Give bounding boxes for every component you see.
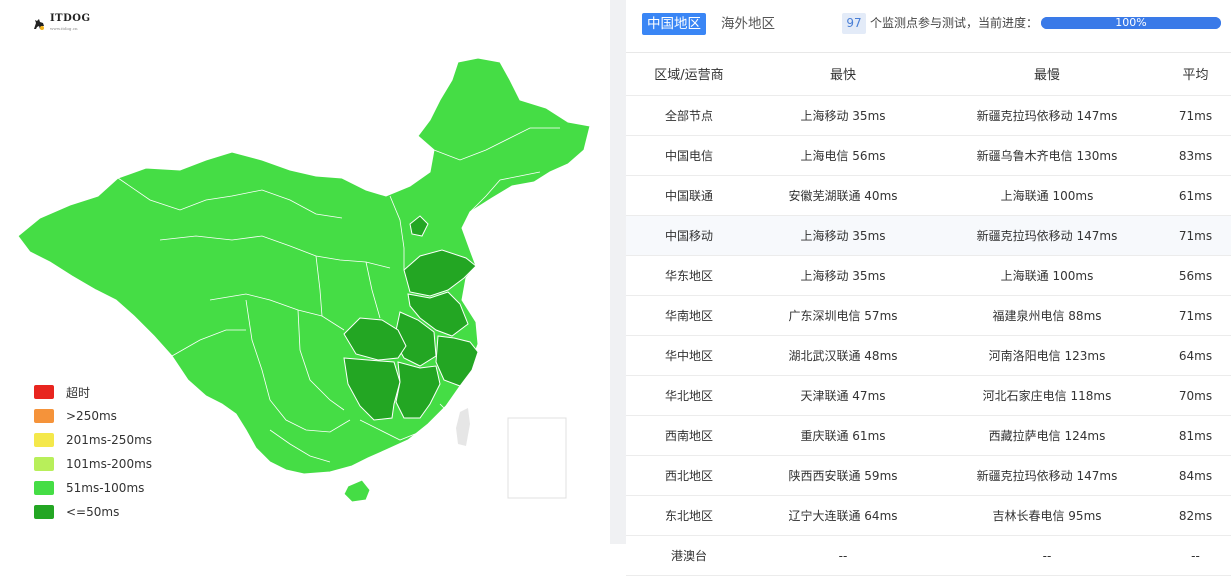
cell-slowest: --: [934, 535, 1160, 576]
cell-average: 64ms: [1160, 335, 1231, 376]
table-row[interactable]: 全部节点 上海移动 35ms 新疆克拉玛依移动 147ms 71ms: [626, 95, 1231, 136]
cell-average: 71ms: [1160, 215, 1231, 256]
table-header-row: 区域/运营商 最快 最慢 平均: [626, 52, 1231, 96]
cell-fastest: 陕西西安联通 59ms: [752, 455, 934, 496]
cell-region: 东北地区: [626, 495, 752, 536]
progress-label: 100%: [1115, 16, 1147, 29]
table-row[interactable]: 华中地区 湖北武汉联通 48ms 河南洛阳电信 123ms 64ms: [626, 335, 1231, 376]
cell-region: 全部节点: [626, 95, 752, 136]
cell-slowest: 西藏拉萨电信 124ms: [934, 415, 1160, 456]
table-row[interactable]: 中国联通 安徽芜湖联通 40ms 上海联通 100ms 61ms: [626, 175, 1231, 216]
cell-average: 81ms: [1160, 415, 1231, 456]
legend-label: 101ms-200ms: [66, 457, 153, 471]
cell-fastest: 上海移动 35ms: [752, 255, 934, 296]
cell-slowest: 新疆克拉玛依移动 147ms: [934, 215, 1160, 256]
cell-fastest: 广东深圳电信 57ms: [752, 295, 934, 336]
cell-region: 西北地区: [626, 455, 752, 496]
cell-region: 中国移动: [626, 215, 752, 256]
cell-slowest: 河南洛阳电信 123ms: [934, 335, 1160, 376]
cell-region: 华东地区: [626, 255, 752, 296]
panel-divider: [610, 0, 626, 544]
legend-swatch: [34, 505, 54, 519]
taiwan-region[interactable]: [456, 408, 470, 446]
cell-average: 71ms: [1160, 295, 1231, 336]
cell-region: 中国电信: [626, 135, 752, 176]
column-header-fastest[interactable]: 最快: [752, 52, 934, 96]
progress-bar: 100%: [1041, 17, 1221, 29]
legend-label: 201ms-250ms: [66, 433, 153, 447]
cell-region: 中国联通: [626, 175, 752, 216]
table-row[interactable]: 中国电信 上海电信 56ms 新疆乌鲁木齐电信 130ms 83ms: [626, 135, 1231, 176]
table-row[interactable]: 港澳台 -- -- --: [626, 535, 1231, 576]
table-row[interactable]: 东北地区 辽宁大连联通 64ms 吉林长春电信 95ms 82ms: [626, 495, 1231, 536]
cell-slowest: 上海联通 100ms: [934, 175, 1160, 216]
legend-item-51-100[interactable]: 51ms-100ms: [34, 476, 152, 500]
cell-fastest: --: [752, 535, 934, 576]
legend-item-101-200[interactable]: 101ms-200ms: [34, 452, 152, 476]
legend-label: 51ms-100ms: [66, 481, 145, 495]
legend-item-over-250[interactable]: >250ms: [34, 404, 152, 428]
cell-slowest: 河北石家庄电信 118ms: [934, 375, 1160, 416]
table-row[interactable]: 华北地区 天津联通 47ms 河北石家庄电信 118ms 70ms: [626, 375, 1231, 416]
legend-swatch: [34, 409, 54, 423]
tab-overseas[interactable]: 海外地区: [721, 13, 775, 35]
table-row[interactable]: 华东地区 上海移动 35ms 上海联通 100ms 56ms: [626, 255, 1231, 296]
cell-fastest: 上海移动 35ms: [752, 215, 934, 256]
table-row[interactable]: 西北地区 陕西西安联通 59ms 新疆克拉玛依移动 147ms 84ms: [626, 455, 1231, 496]
south-sea-inset: [507, 417, 567, 499]
legend-swatch: [34, 457, 54, 471]
cell-average: 71ms: [1160, 95, 1231, 136]
table-row[interactable]: 中国移动 上海移动 35ms 新疆克拉玛依移动 147ms 71ms: [626, 215, 1231, 256]
results-panel: 中国地区 海外地区 97 个监测点参与测试，当前进度： 100% 区域/运营商 …: [626, 0, 1231, 576]
cell-fastest: 湖北武汉联通 48ms: [752, 335, 934, 376]
legend-item-201-250[interactable]: 201ms-250ms: [34, 428, 152, 452]
cell-fastest: 重庆联通 61ms: [752, 415, 934, 456]
cell-fastest: 上海电信 56ms: [752, 135, 934, 176]
cell-region: 西南地区: [626, 415, 752, 456]
cell-average: 82ms: [1160, 495, 1231, 536]
cell-region: 华北地区: [626, 375, 752, 416]
column-header-region[interactable]: 区域/运营商: [626, 52, 752, 96]
results-toolbar: 中国地区 海外地区 97 个监测点参与测试，当前进度： 100%: [626, 0, 1231, 53]
cell-fastest: 上海移动 35ms: [752, 95, 934, 136]
legend-label: >250ms: [66, 409, 117, 423]
cell-average: 61ms: [1160, 175, 1231, 216]
legend-item-le-50[interactable]: <=50ms: [34, 500, 152, 524]
cell-average: 70ms: [1160, 375, 1231, 416]
cell-region: 华中地区: [626, 335, 752, 376]
cell-slowest: 新疆乌鲁木齐电信 130ms: [934, 135, 1160, 176]
progress-status-text: 个监测点参与测试，当前进度：: [870, 16, 1039, 30]
results-table: 区域/运营商 最快 最慢 平均 全部节点 上海移动 35ms 新疆克拉玛依移动 14…: [626, 52, 1231, 576]
cell-slowest: 上海联通 100ms: [934, 255, 1160, 296]
node-count-badge: 97: [842, 13, 866, 34]
cell-region: 华南地区: [626, 295, 752, 336]
cell-fastest: 安徽芜湖联通 40ms: [752, 175, 934, 216]
legend-label: <=50ms: [66, 505, 120, 519]
cell-fastest: 天津联通 47ms: [752, 375, 934, 416]
hainan-region[interactable]: [343, 479, 371, 503]
legend-swatch: [34, 433, 54, 447]
legend-swatch: [34, 481, 54, 495]
cell-region: 港澳台: [626, 535, 752, 576]
cell-average: 83ms: [1160, 135, 1231, 176]
column-header-average[interactable]: 平均: [1160, 52, 1231, 96]
cell-average: 56ms: [1160, 255, 1231, 296]
cell-fastest: 辽宁大连联通 64ms: [752, 495, 934, 536]
column-header-slowest[interactable]: 最慢: [934, 52, 1160, 96]
legend-item-timeout[interactable]: 超时: [34, 380, 152, 404]
cell-slowest: 新疆克拉玛依移动 147ms: [934, 455, 1160, 496]
table-row[interactable]: 华南地区 广东深圳电信 57ms 福建泉州电信 88ms 71ms: [626, 295, 1231, 336]
tab-china[interactable]: 中国地区: [642, 13, 706, 35]
cell-slowest: 新疆克拉玛依移动 147ms: [934, 95, 1160, 136]
cell-slowest: 福建泉州电信 88ms: [934, 295, 1160, 336]
table-row[interactable]: 西南地区 重庆联通 61ms 西藏拉萨电信 124ms 81ms: [626, 415, 1231, 456]
cell-average: --: [1160, 535, 1231, 576]
map-legend: 超时 >250ms 201ms-250ms 101ms-200ms 51ms-1…: [34, 380, 152, 524]
map-panel: ITDOG www.itdog.cn 超时 >250ms 201ms-250ms…: [0, 0, 610, 544]
cell-average: 84ms: [1160, 455, 1231, 496]
cell-slowest: 吉林长春电信 95ms: [934, 495, 1160, 536]
legend-label: 超时: [66, 385, 91, 400]
legend-swatch: [34, 385, 54, 399]
